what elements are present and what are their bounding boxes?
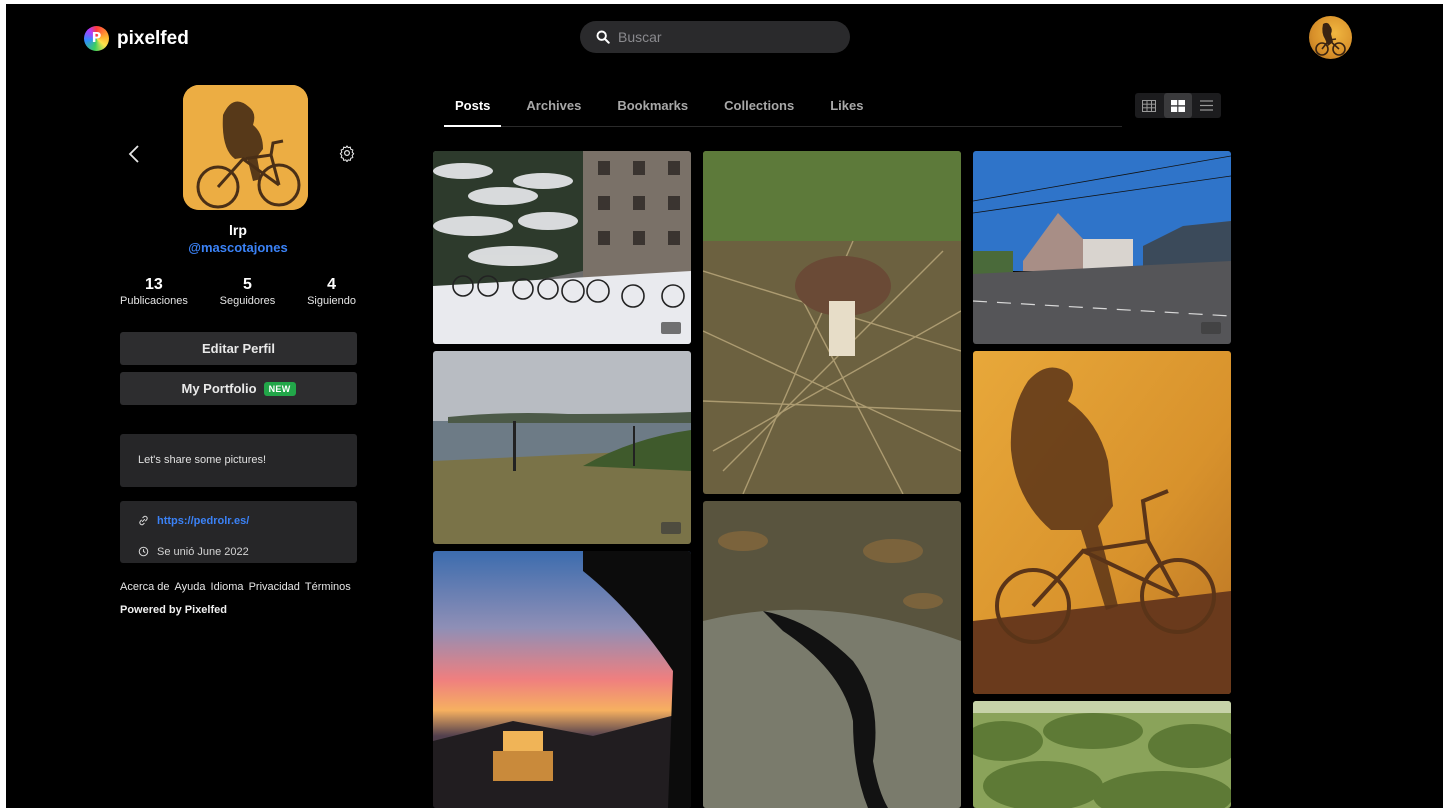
- post-photo-coast[interactable]: [433, 351, 691, 544]
- tab-archives[interactable]: Archives: [515, 92, 592, 127]
- profile-tabs: Posts Archives Bookmarks Collections Lik…: [444, 92, 1122, 127]
- tab-posts[interactable]: Posts: [444, 92, 502, 127]
- multi-photo-icon: [661, 322, 681, 334]
- footer-link-privacy[interactable]: Privacidad: [249, 581, 300, 593]
- footer-link-language[interactable]: Idioma: [211, 581, 244, 593]
- edit-profile-button[interactable]: Editar Perfil: [120, 332, 357, 365]
- stat-following[interactable]: 4 Siguiendo: [307, 276, 356, 308]
- search-icon: [596, 30, 610, 44]
- profile-bio: Let's share some pictures!: [120, 434, 357, 487]
- post-photo-house-road[interactable]: [973, 151, 1231, 344]
- masonry-icon[interactable]: [1163, 93, 1193, 118]
- footer-link-help[interactable]: Ayuda: [175, 581, 206, 593]
- pixelfed-logo-icon: P: [84, 26, 109, 51]
- post-photo-forest[interactable]: [973, 701, 1231, 808]
- grid-icon[interactable]: [1135, 93, 1164, 118]
- profile-info: https://pedrolr.es/ Se unió June 2022: [120, 501, 357, 563]
- pixelfed-logo[interactable]: P pixelfed: [84, 26, 189, 51]
- clock-icon: [138, 546, 149, 557]
- app-screen: P pixelfed lrp @mascotajones 13: [6, 4, 1443, 808]
- profile-stats: 13 Publicaciones 5 Seguidores 4 Siguiend…: [120, 276, 356, 308]
- footer-link-about[interactable]: Acerca de: [120, 581, 170, 593]
- post-photo-mushroom[interactable]: [703, 151, 961, 494]
- footer-links: Acerca de Ayuda Idioma Privacidad Términ…: [120, 581, 351, 593]
- user-avatar-menu[interactable]: [1309, 16, 1352, 59]
- search-bar[interactable]: [580, 21, 850, 53]
- profile-avatar: [183, 85, 308, 210]
- list-icon[interactable]: [1192, 93, 1221, 118]
- layout-switcher: [1135, 93, 1221, 118]
- portfolio-button[interactable]: My Portfolio NEW: [120, 372, 357, 405]
- stat-followers[interactable]: 5 Seguidores: [220, 276, 276, 308]
- post-photo-slug[interactable]: [703, 501, 961, 808]
- post-photo-snowy-bikes[interactable]: [433, 151, 691, 344]
- website-link[interactable]: https://pedrolr.es/: [157, 515, 249, 527]
- search-input[interactable]: [618, 29, 818, 45]
- new-badge: NEW: [263, 381, 296, 396]
- settings-gear-icon[interactable]: [338, 144, 356, 167]
- post-photo-bike-shadow[interactable]: [973, 351, 1231, 694]
- multi-photo-icon: [1201, 322, 1221, 334]
- stat-posts[interactable]: 13 Publicaciones: [120, 276, 188, 308]
- link-icon: [139, 515, 148, 526]
- tab-likes[interactable]: Likes: [819, 92, 874, 127]
- profile-handle[interactable]: @mascotajones: [120, 240, 356, 255]
- joined-date: Se unió June 2022: [157, 545, 249, 558]
- footer-link-terms[interactable]: Términos: [305, 581, 351, 593]
- powered-by[interactable]: Powered by Pixelfed: [120, 604, 227, 616]
- post-photo-sunset-city[interactable]: [433, 551, 691, 808]
- app-name: pixelfed: [117, 27, 189, 49]
- back-chevron-icon[interactable]: [128, 144, 140, 170]
- tab-bookmarks[interactable]: Bookmarks: [606, 92, 699, 127]
- multi-photo-icon: [661, 522, 681, 534]
- profile-display-name: lrp: [229, 222, 247, 238]
- tab-collections[interactable]: Collections: [713, 92, 805, 127]
